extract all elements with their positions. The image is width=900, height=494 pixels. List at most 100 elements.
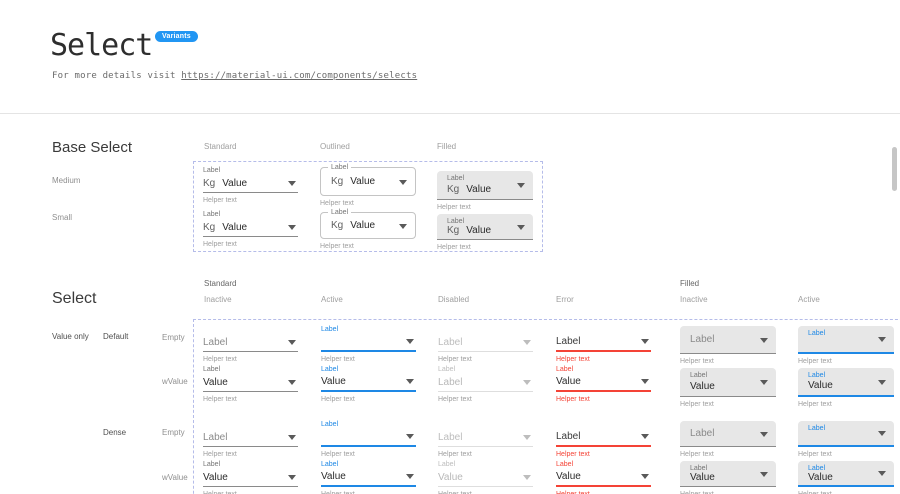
state-header-filled-inactive: Inactive: [680, 295, 708, 304]
dropdown-arrow-icon: [399, 224, 407, 229]
dropdown-arrow-icon: [760, 380, 768, 385]
material-ui-link[interactable]: https://material-ui.com/components/selec…: [181, 71, 417, 81]
select-label: Label: [808, 372, 874, 380]
select-control[interactable]: [321, 336, 416, 352]
select-filled-inactive-empty-dense: Label Helper text: [680, 421, 776, 459]
dropdown-arrow-icon: [399, 180, 407, 185]
select-label: Label: [556, 461, 651, 469]
select-filled-inactive-wvalue-dense: Label Value Helper text: [680, 461, 776, 494]
select-control[interactable]: Value: [321, 376, 416, 392]
select-control[interactable]: Label: [798, 326, 894, 354]
select-placeholder-label: Label: [203, 433, 227, 443]
row-header-medium: Medium: [52, 176, 80, 185]
select-control[interactable]: Label: [680, 326, 776, 354]
select-disabled-wvalue-dense: Label Value Helper text: [438, 461, 533, 494]
select-value: Label: [438, 378, 462, 388]
select-control[interactable]: Label: [438, 431, 533, 447]
select-value: Value: [690, 473, 715, 483]
select-filled-active-empty-dense: Label Helper text: [798, 421, 894, 459]
select-control[interactable]: Label: [438, 376, 533, 392]
select-value: Value: [808, 473, 833, 483]
select-label: Label: [321, 461, 416, 469]
dropdown-arrow-icon: [517, 225, 525, 230]
helper-text: Helper text: [680, 358, 776, 366]
dropdown-arrow-icon: [760, 432, 768, 437]
select-control[interactable]: Label Kg Value: [437, 171, 533, 200]
helper-text: Helper text: [798, 401, 894, 409]
select-control[interactable]: Label: [680, 421, 776, 447]
dropdown-arrow-icon: [523, 475, 531, 480]
dropdown-arrow-icon: [288, 225, 296, 230]
select-label: Label: [328, 208, 351, 217]
select-value: Value: [556, 377, 581, 387]
select-label: Label: [438, 461, 533, 469]
select-control[interactable]: Value: [203, 471, 298, 487]
select-control[interactable]: Label Kg Value: [320, 212, 416, 239]
select-control[interactable]: Label: [556, 431, 651, 447]
select-label: Label: [328, 163, 351, 172]
helper-text: Helper text: [321, 396, 416, 404]
select-control[interactable]: Label: [203, 431, 298, 447]
state-header-error: Error: [556, 295, 574, 304]
row-header-empty-dense: Empty: [162, 428, 185, 437]
select-control[interactable]: [321, 431, 416, 447]
helper-text: Helper text: [556, 451, 651, 459]
select-active-empty-dense: Label Helper text: [321, 421, 416, 459]
select-control[interactable]: Kg Value: [203, 221, 298, 237]
intro-text: For more details visit: [52, 71, 181, 81]
vertical-scrollbar-thumb[interactable]: [892, 147, 897, 191]
select-control[interactable]: Label Value: [680, 368, 776, 397]
select-spec-page: Select Variants For more details visit h…: [0, 0, 900, 494]
select-inactive-wvalue-dense: Label Value Helper text: [203, 461, 298, 494]
dropdown-arrow-icon: [288, 380, 296, 385]
helper-text: Helper text: [437, 204, 533, 212]
dropdown-arrow-icon: [641, 379, 649, 384]
select-label: Label: [556, 366, 651, 374]
select-control[interactable]: Label Kg Value: [437, 214, 533, 240]
dropdown-arrow-icon: [406, 474, 414, 479]
select-placeholder-label: Label: [203, 338, 227, 348]
select-control[interactable]: Label: [556, 336, 651, 352]
select-states-frame: [193, 319, 900, 494]
helper-text: Helper text: [320, 243, 416, 251]
dropdown-arrow-icon: [406, 434, 414, 439]
select-outlined-medium: Label Kg Value Helper text: [320, 167, 416, 208]
adornment: Kg: [447, 185, 459, 195]
select-control[interactable]: Value: [321, 471, 416, 487]
select-control[interactable]: Label Value: [680, 461, 776, 487]
select-value: Value: [350, 221, 375, 231]
select-control[interactable]: Value: [203, 376, 298, 392]
select-placeholder-label: Label: [438, 433, 462, 443]
helper-text: Helper text: [556, 396, 651, 404]
select-disabled-wvalue-default: Label Label Helper text: [438, 366, 533, 404]
dropdown-arrow-icon: [288, 181, 296, 186]
dropdown-arrow-icon: [878, 380, 886, 385]
select-control[interactable]: Value: [556, 471, 651, 487]
select-control[interactable]: Kg Value: [203, 177, 298, 193]
select-control[interactable]: Value: [556, 376, 651, 392]
select-label: Label: [203, 461, 298, 469]
dropdown-arrow-icon: [523, 380, 531, 385]
select-control[interactable]: Label: [798, 421, 894, 447]
select-control[interactable]: Label: [438, 336, 533, 352]
row-header-small: Small: [52, 213, 72, 222]
variants-badge: Variants: [155, 31, 198, 42]
select-label: Label: [203, 211, 298, 219]
dropdown-arrow-icon: [760, 472, 768, 477]
select-control[interactable]: Value: [438, 471, 533, 487]
select-label: Label: [321, 421, 416, 429]
helper-text: Helper text: [438, 396, 533, 404]
select-standard-medium: Label Kg Value Helper text: [203, 167, 298, 205]
select-control[interactable]: Label: [203, 336, 298, 352]
helper-text: Helper text: [203, 197, 298, 205]
dropdown-arrow-icon: [878, 431, 886, 436]
select-disabled-empty-dense: Label Helper text: [438, 421, 533, 459]
select-active-empty-default: Label Helper text: [321, 326, 416, 364]
select-label: Label: [808, 425, 874, 433]
row-group-value-only: Value only: [52, 332, 89, 341]
select-control[interactable]: Label Kg Value: [320, 167, 416, 196]
select-control[interactable]: Label Value: [798, 461, 894, 487]
select-value: Value: [466, 185, 491, 195]
select-control[interactable]: Label Value: [798, 368, 894, 397]
select-label: Label: [808, 330, 874, 338]
